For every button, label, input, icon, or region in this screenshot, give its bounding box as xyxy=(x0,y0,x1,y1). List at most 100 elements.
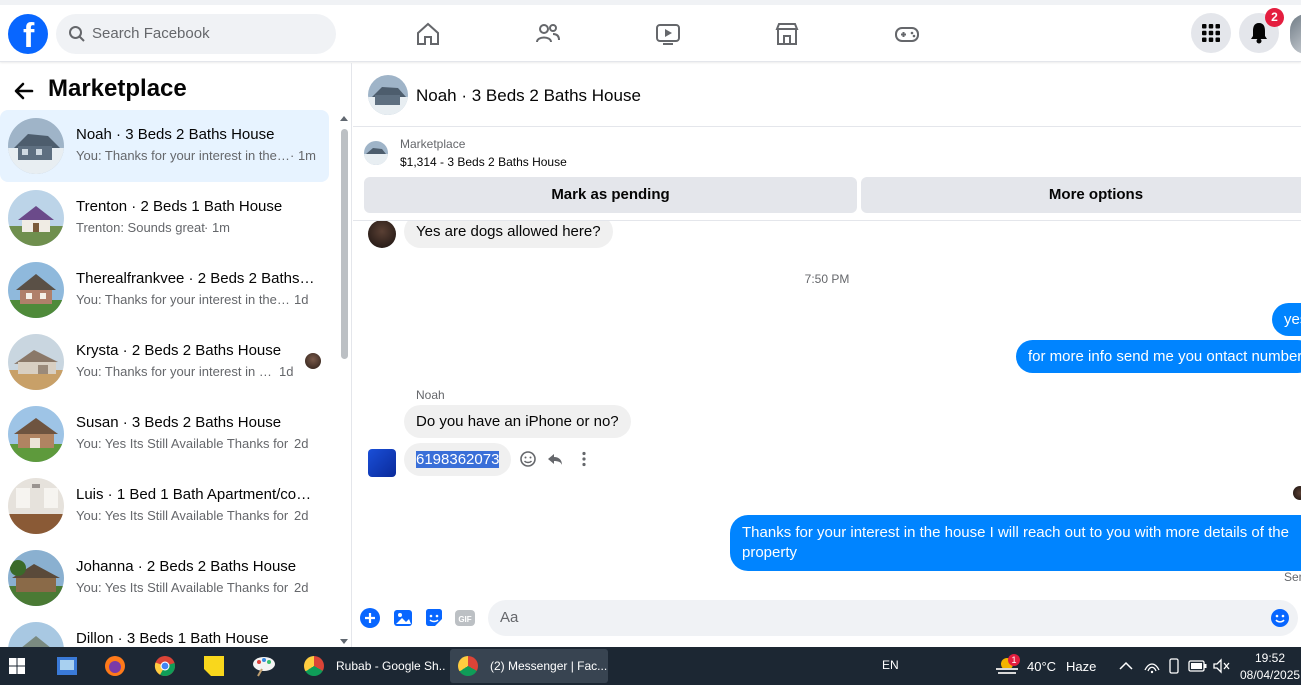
conversation-preview: You: Thanks for your interest in the hou… xyxy=(76,148,290,163)
conversation-item[interactable]: Luis · 1 Bed 1 Bath Apartment/condo You:… xyxy=(0,470,329,542)
search-icon xyxy=(69,26,85,42)
volume-muted-icon[interactable] xyxy=(1212,658,1230,674)
notification-badge: 2 xyxy=(1265,8,1284,27)
message-bubble-incoming[interactable]: Yes are dogs allowed here? xyxy=(404,221,613,248)
menu-button[interactable] xyxy=(1191,13,1231,53)
conversation-name: Luis · 1 Bed 1 Bath Apartment/condo xyxy=(76,486,316,503)
inbox-header: Marketplace xyxy=(0,73,351,109)
conversation-name: Johanna · 2 Beds 2 Baths House xyxy=(76,558,297,575)
conversation-preview: You: Thanks for your interest in the hou… xyxy=(76,364,272,379)
svg-text:GIF: GIF xyxy=(458,615,471,624)
conversation-preview: You: Yes Its Still Available Thanks for xyxy=(76,436,289,451)
conversation-time: 1d xyxy=(294,292,309,307)
search-bar[interactable]: Search Facebook xyxy=(56,14,336,54)
gaming-icon[interactable] xyxy=(893,20,921,48)
message-bubble-outgoing[interactable]: yes xyxy=(1272,303,1301,336)
react-emoji-icon[interactable] xyxy=(519,450,537,468)
paint-icon[interactable] xyxy=(252,655,276,677)
facebook-logo[interactable]: f xyxy=(8,14,48,55)
taskbar-app-label: (2) Messenger | Fac... xyxy=(490,659,608,673)
sender-avatar[interactable] xyxy=(368,449,396,477)
photo-icon[interactable] xyxy=(392,607,414,629)
input-language[interactable]: EN xyxy=(882,658,899,672)
listing-price-title[interactable]: $1,314 - 3 Beds 2 Baths House xyxy=(400,155,567,169)
conversation-item[interactable]: Therealfrankvee · 2 Beds 2 Baths House Y… xyxy=(0,254,329,326)
back-arrow-icon[interactable] xyxy=(12,79,36,103)
conversation-item[interactable]: Trenton · 2 Beds 1 Bath House Trenton: S… xyxy=(0,182,329,254)
home-icon[interactable] xyxy=(414,20,442,48)
phone-link-icon[interactable] xyxy=(1166,658,1182,674)
conversation-time: · 1m xyxy=(290,148,316,163)
apps-grid-icon xyxy=(1202,24,1220,42)
selected-phone-number[interactable]: 6198362073 xyxy=(416,451,500,468)
listing-card-thumb[interactable] xyxy=(364,141,388,165)
conversation-preview: Trenton: Sounds great xyxy=(76,220,205,235)
weather-badge: 1 xyxy=(1008,654,1020,666)
listing-thumbnail xyxy=(8,406,64,462)
conversation-name: Trenton · 2 Beds 1 Bath House xyxy=(76,198,283,215)
listing-source-label: Marketplace xyxy=(400,137,466,151)
clock-time[interactable]: 19:52 xyxy=(1255,651,1285,665)
conversation-name: Noah · 3 Beds 2 Baths House xyxy=(76,126,275,143)
conversation-preview: You: Yes Its Still Available Thanks for xyxy=(76,580,289,595)
conversation-name: Krysta · 2 Beds 2 Baths House xyxy=(76,342,282,359)
listing-thumbnail xyxy=(8,262,64,318)
conversation-item[interactable]: Dillon · 3 Beds 1 Bath House xyxy=(0,614,329,647)
wifi-icon[interactable] xyxy=(1143,658,1161,674)
video-icon[interactable] xyxy=(654,20,682,48)
profile-avatar[interactable] xyxy=(1290,14,1301,54)
message-thread: Yes are dogs allowed here? 7:50 PM yes f… xyxy=(353,221,1301,591)
message-input[interactable]: Aa xyxy=(488,600,1298,636)
facebook-top-bar: f Search Facebook 2 xyxy=(0,0,1301,62)
message-bubble-outgoing[interactable]: for more info send me you ontact number xyxy=(1016,340,1301,373)
conversation-item[interactable]: Krysta · 2 Beds 2 Baths House You: Thank… xyxy=(0,326,329,398)
conversation-time: 1d xyxy=(279,364,294,379)
chrome-icon[interactable] xyxy=(154,655,176,677)
chat-header: Noah · 3 Beds 2 Baths House xyxy=(353,63,1301,127)
search-input[interactable]: Search Facebook xyxy=(92,25,210,42)
battery-icon[interactable] xyxy=(1188,659,1208,673)
bell-icon xyxy=(1251,23,1267,44)
chat-panel: Noah · 3 Beds 2 Baths House Marketplace … xyxy=(353,63,1301,647)
conversation-time: 2d xyxy=(294,580,309,595)
clock-date[interactable]: 08/04/2025 xyxy=(1240,668,1300,682)
conversation-item[interactable]: Noah · 3 Beds 2 Baths House You: Thanks … xyxy=(0,110,329,182)
mark-pending-button[interactable]: Mark as pending xyxy=(364,177,857,213)
taskbar-app-sheets[interactable]: Rubab - Google Sh... xyxy=(296,649,446,683)
conversation-item[interactable]: Susan · 3 Beds 2 Baths House You: Yes It… xyxy=(0,398,329,470)
conversation-preview: You: Yes Its Still Available Thanks for xyxy=(76,508,289,523)
message-bubble-incoming[interactable]: Do you have an iPhone or no? xyxy=(404,405,631,438)
image-viewer-icon[interactable] xyxy=(56,656,78,676)
friends-icon[interactable] xyxy=(534,20,562,48)
message-bubble-incoming[interactable]: 6198362073 xyxy=(404,443,512,476)
more-options-button[interactable]: More options xyxy=(861,177,1301,213)
sticky-notes-icon[interactable] xyxy=(203,655,225,677)
conversation-item[interactable]: Johanna · 2 Beds 2 Baths House You: Yes … xyxy=(0,542,329,614)
sender-avatar[interactable] xyxy=(368,221,396,248)
chevron-up-icon[interactable] xyxy=(1118,659,1134,673)
windows-start-icon[interactable] xyxy=(9,658,25,674)
sender-name: Noah xyxy=(416,388,445,402)
gif-icon[interactable]: GIF xyxy=(454,607,476,629)
message-status: Sent xyxy=(1284,570,1301,584)
conversation-time: · 1m xyxy=(204,220,230,235)
marketplace-icon[interactable] xyxy=(773,20,801,48)
reply-icon[interactable] xyxy=(546,450,564,468)
taskbar-app-messenger[interactable]: (2) Messenger | Fac... xyxy=(450,649,608,683)
conversation-name: Dillon · 3 Beds 1 Bath House xyxy=(76,630,269,647)
plus-icon[interactable] xyxy=(359,607,381,629)
taskbar-app-label: Rubab - Google Sh... xyxy=(336,659,446,673)
conversation-name: Therealfrankvee · 2 Beds 2 Baths House xyxy=(76,270,316,287)
more-actions-icon[interactable] xyxy=(575,450,593,468)
emoji-icon[interactable] xyxy=(1270,608,1290,628)
weather-desc[interactable]: Haze xyxy=(1066,659,1096,674)
firefox-icon[interactable] xyxy=(104,655,126,677)
sticker-icon[interactable] xyxy=(423,607,445,629)
scroll-thumb[interactable] xyxy=(341,129,348,359)
chat-listing-avatar[interactable] xyxy=(368,75,408,115)
marketplace-inbox: Marketplace Noah · 3 Beds 2 Baths House … xyxy=(0,63,352,647)
chat-title[interactable]: Noah · 3 Beds 2 Baths House xyxy=(416,86,641,106)
listing-card: Marketplace $1,314 - 3 Beds 2 Baths Hous… xyxy=(353,127,1301,221)
message-bubble-outgoing[interactable]: Thanks for your interest in the house I … xyxy=(730,515,1301,571)
weather-temp[interactable]: 40°C xyxy=(1027,659,1056,674)
